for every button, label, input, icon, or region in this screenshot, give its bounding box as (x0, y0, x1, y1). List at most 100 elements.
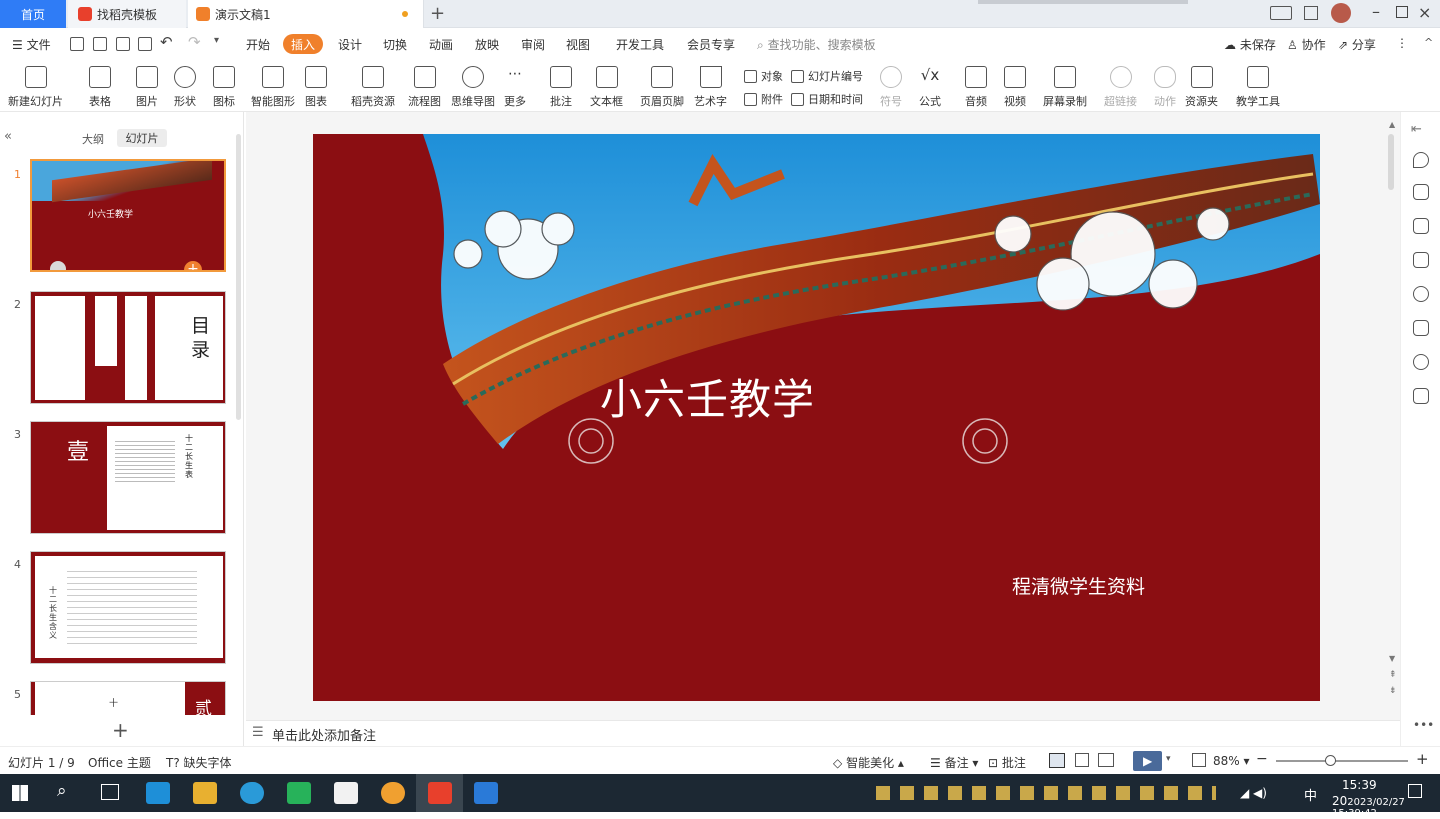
avatar[interactable] (1331, 3, 1351, 23)
print-icon[interactable] (116, 37, 130, 51)
network-icon[interactable]: ◢ ◀) (1240, 786, 1267, 800)
sorter-view-icon[interactable] (1075, 753, 1089, 767)
menu-slideshow[interactable]: 放映 (475, 36, 499, 53)
object-button[interactable]: 对象 (744, 68, 783, 84)
grid-apps-icon[interactable] (1304, 6, 1318, 20)
system-tray-icons[interactable] (876, 786, 1216, 800)
beautify-button[interactable]: ◇ 智能美化 ▴ (833, 754, 904, 771)
undo-icon[interactable]: ↶ (160, 33, 173, 51)
notes-area[interactable]: ☰ 单击此处添加备注 (246, 720, 1400, 746)
transform-icon[interactable] (1413, 252, 1429, 268)
tab-home[interactable]: 首页 (0, 0, 66, 28)
prev-slide-icon[interactable]: ⇞ (1389, 670, 1397, 680)
collapse-panel-icon[interactable]: « (4, 129, 12, 144)
menu-transition[interactable]: 切换 (383, 36, 407, 53)
slide-thumb-1[interactable]: 小六壬教学 + (30, 159, 226, 272)
taskbar-search-icon[interactable]: ⌕ (57, 781, 67, 801)
search-box[interactable]: ⌕ 查找功能、搜索模板 (757, 36, 876, 53)
maximize-icon[interactable] (1396, 6, 1408, 18)
more-options-icon[interactable]: ••• (1413, 718, 1434, 732)
attachment-button[interactable]: 附件 (744, 91, 783, 107)
menu-insert[interactable]: 插入 (283, 34, 323, 54)
slide-thumb-5[interactable]: 贰 十 (30, 681, 226, 715)
video-button[interactable]: 视频 (1004, 66, 1026, 109)
slide-subtitle[interactable]: 程清微学生资料 (1012, 572, 1145, 599)
minimize-icon[interactable]: – (1372, 2, 1380, 21)
comment-toggle-button[interactable]: ⊡ 批注 (988, 754, 1026, 771)
menu-developer[interactable]: 开发工具 (616, 36, 664, 53)
zoom-in-icon[interactable]: + (1416, 750, 1429, 768)
files-icon[interactable] (334, 782, 358, 804)
media-player-icon[interactable] (287, 782, 311, 804)
chart-button[interactable]: 图表 (305, 66, 327, 109)
cloud-app-icon[interactable] (474, 782, 498, 804)
unsaved-button[interactable]: ☁ 未保存 (1224, 36, 1276, 53)
add-slide-icon[interactable]: + (112, 718, 129, 742)
notification-icon[interactable] (1408, 784, 1422, 798)
rocket-icon[interactable] (1413, 152, 1429, 168)
star-icon[interactable] (1413, 218, 1429, 234)
theme-name[interactable]: Office 主题 (88, 754, 151, 771)
ime-indicator[interactable]: 中 (1304, 785, 1317, 804)
menu-member[interactable]: 会员专享 (687, 36, 735, 53)
animation-panel-icon[interactable] (1413, 320, 1429, 336)
hyperlink-button[interactable]: 超链接 (1104, 66, 1137, 109)
scroll-down-icon[interactable]: ▼ (1389, 654, 1395, 663)
edge-icon[interactable] (240, 782, 264, 804)
thumb-play-icon[interactable] (50, 261, 66, 270)
collapse-ribbon-icon[interactable]: ^ (1424, 36, 1433, 49)
resource-folder-button[interactable]: 资源夹 (1185, 66, 1218, 109)
layout-icon[interactable] (1270, 6, 1292, 20)
icon-button[interactable]: 图标 (213, 66, 235, 109)
panel-scrollbar[interactable] (236, 134, 241, 420)
audio-button[interactable]: 音频 (965, 66, 987, 109)
thumb-add-icon[interactable]: + (184, 261, 202, 270)
symbol-button[interactable]: 符号 (880, 66, 902, 109)
comment-button[interactable]: 批注 (550, 66, 572, 109)
teach-tool-button[interactable]: 教学工具 (1236, 66, 1280, 109)
canvas-scrollbar[interactable] (1388, 134, 1394, 190)
menu-animation[interactable]: 动画 (429, 36, 453, 53)
play-slideshow-button[interactable]: ▶ (1133, 751, 1162, 771)
fit-window-icon[interactable] (1192, 753, 1206, 767)
header-footer-button[interactable]: 页眉页脚 (640, 66, 684, 109)
reading-view-icon[interactable] (1098, 753, 1114, 767)
docer-resource-button[interactable]: 稻壳资源 (351, 66, 395, 109)
slide-thumb-4[interactable]: 十二长生含义 (30, 551, 226, 664)
mindmap-button[interactable]: 思维导图 (451, 66, 495, 109)
task-view-icon[interactable] (101, 784, 119, 800)
menu-view[interactable]: 视图 (566, 36, 590, 53)
zoom-level[interactable]: 88% ▾ (1213, 754, 1250, 768)
outline-tab[interactable]: 大纲 (82, 131, 104, 147)
wps-icon[interactable] (428, 782, 452, 804)
quick-access-dropdown-icon[interactable]: ▾ (214, 35, 219, 46)
help-icon[interactable] (1413, 286, 1429, 302)
slide-canvas[interactable]: 小六壬教学 程清微学生资料 (313, 134, 1320, 701)
slide-number-button[interactable]: 幻灯片编号 (791, 68, 863, 84)
book-icon[interactable] (1413, 388, 1429, 404)
preview-icon[interactable] (138, 37, 152, 51)
textbox-button[interactable]: 文本框 (590, 66, 623, 109)
tab-template[interactable]: 找稻壳模板 (68, 0, 186, 28)
menu-review[interactable]: 审阅 (521, 36, 545, 53)
screen-record-button[interactable]: 屏幕录制 (1043, 66, 1087, 109)
clock-date[interactable]: 202023/02/27 15:39:42 (1330, 794, 1440, 819)
scroll-up-icon[interactable]: ▲ (1389, 120, 1395, 129)
file-menu[interactable]: ☰ 文件 (12, 36, 51, 53)
wordart-button[interactable]: 艺术字 (694, 66, 727, 109)
zoom-out-icon[interactable]: − (1256, 751, 1268, 767)
file-explorer-icon[interactable] (193, 782, 217, 804)
slide-thumb-3[interactable]: 壹 十二长生表 (30, 421, 226, 534)
smartart-button[interactable]: 智能图形 (251, 66, 295, 109)
more-button[interactable]: ⋯ 更多 (504, 66, 526, 109)
new-tab-icon[interactable]: + (430, 3, 445, 24)
windows-start-icon[interactable] (12, 785, 28, 801)
formula-button[interactable]: √x 公式 (919, 66, 941, 109)
adjust-icon[interactable] (1413, 184, 1429, 200)
share-button[interactable]: ⇗ 分享 (1338, 36, 1376, 53)
save-icon[interactable] (70, 37, 84, 51)
slides-tab[interactable]: 幻灯片 (117, 129, 167, 147)
zoom-slider[interactable] (1276, 760, 1408, 762)
menu-design[interactable]: 设计 (338, 36, 362, 53)
clock-time[interactable]: 15:39 (1342, 778, 1377, 792)
